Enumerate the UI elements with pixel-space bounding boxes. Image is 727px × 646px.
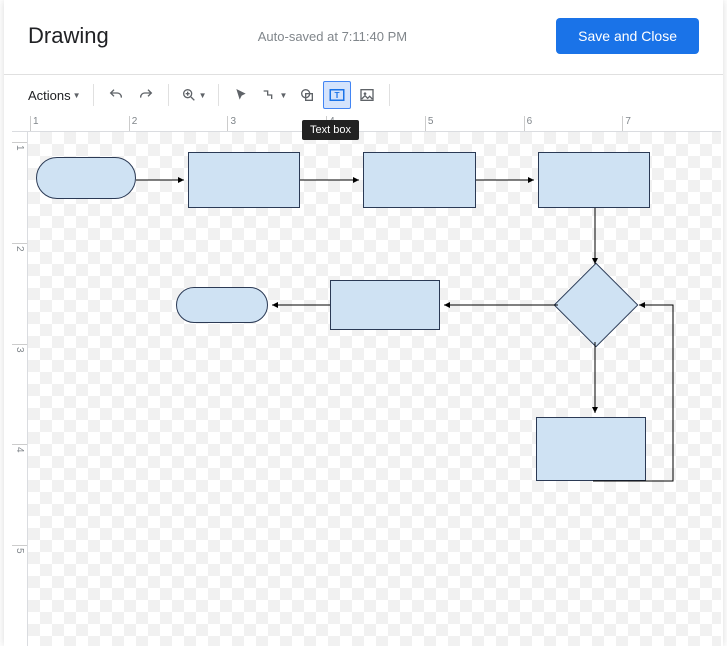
separator — [218, 84, 219, 106]
chevron-down-icon: ▼ — [199, 91, 207, 100]
textbox-tool[interactable]: T — [323, 81, 351, 109]
flowchart-process-2[interactable] — [363, 152, 476, 208]
arrow-2-to-3[interactable] — [476, 175, 538, 185]
arrow-4-to-end[interactable] — [268, 300, 330, 310]
ruler-vertical[interactable]: 1 2 3 4 5 — [12, 132, 28, 646]
dialog-header: Drawing Auto-saved at 7:11:40 PM Save an… — [4, 0, 723, 75]
redo-icon — [138, 87, 154, 103]
undo-icon — [108, 87, 124, 103]
flowchart-terminator-end[interactable] — [176, 287, 268, 323]
toolbar: Actions ▼ ▼ ▼ T — [4, 75, 723, 115]
textbox-icon: T — [328, 86, 346, 104]
flowchart-terminator-start[interactable] — [36, 157, 136, 199]
separator — [389, 84, 390, 106]
separator — [168, 84, 169, 106]
drawing-modal: Drawing Auto-saved at 7:11:40 PM Save an… — [4, 0, 723, 646]
undo-button[interactable] — [102, 81, 130, 109]
arrow-1-to-2[interactable] — [300, 175, 363, 185]
select-tool[interactable] — [227, 81, 255, 109]
flowchart-process-3[interactable] — [538, 152, 650, 208]
arrow-5-to-decision-loop[interactable] — [593, 302, 683, 532]
ruler-horizontal[interactable]: 1 2 3 4 5 6 7 — [12, 116, 721, 132]
flowchart-process-4[interactable] — [330, 280, 440, 330]
arrow-3-to-decision[interactable] — [590, 208, 600, 268]
drawing-canvas[interactable] — [28, 132, 721, 646]
cursor-icon — [233, 87, 249, 103]
shape-tool[interactable] — [293, 81, 321, 109]
save-and-close-button[interactable]: Save and Close — [556, 18, 699, 54]
zoom-menu[interactable]: ▼ — [177, 81, 211, 109]
textbox-tooltip: Text box — [302, 120, 359, 140]
separator — [93, 84, 94, 106]
zoom-icon — [181, 87, 197, 103]
image-tool[interactable] — [353, 81, 381, 109]
arrow-decision-to-4[interactable] — [440, 300, 558, 310]
actions-label: Actions — [28, 88, 71, 103]
actions-menu[interactable]: Actions ▼ — [24, 81, 85, 109]
redo-button[interactable] — [132, 81, 160, 109]
chevron-down-icon: ▼ — [279, 91, 287, 100]
shape-icon — [299, 87, 315, 103]
flowchart-process-1[interactable] — [188, 152, 300, 208]
arrow-start-to-1[interactable] — [136, 175, 188, 185]
svg-text:T: T — [335, 91, 340, 100]
image-icon — [359, 87, 375, 103]
chevron-down-icon: ▼ — [73, 91, 81, 100]
line-tool[interactable]: ▼ — [257, 81, 291, 109]
line-icon — [261, 87, 277, 103]
dialog-title: Drawing — [28, 23, 109, 49]
autosave-status: Auto-saved at 7:11:40 PM — [258, 29, 407, 44]
